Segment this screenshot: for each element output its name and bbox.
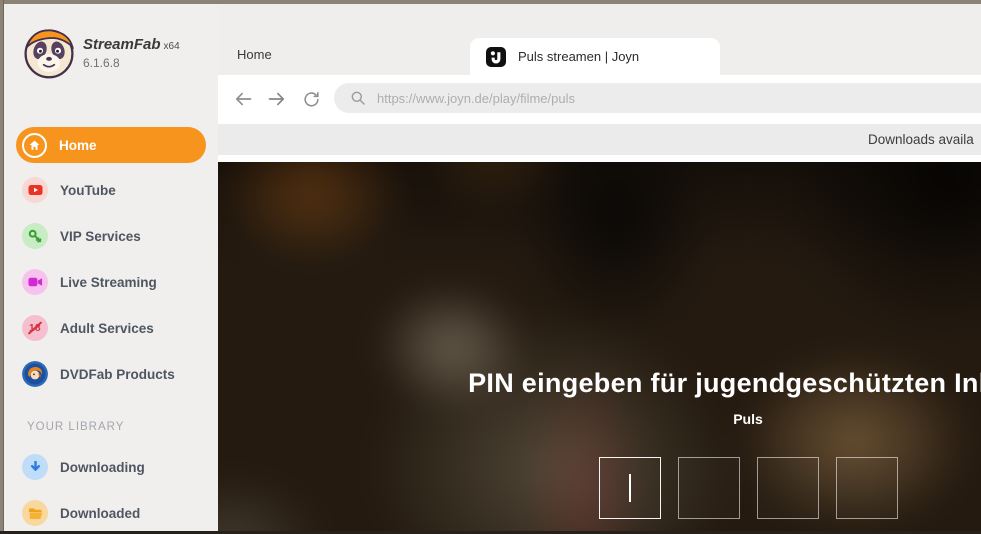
pin-subtitle: Puls: [218, 411, 981, 427]
joyn-page-content: PIN eingeben für jugendgeschützten Inhal…: [218, 162, 981, 531]
sidebar-item-label: Adult Services: [60, 321, 154, 336]
sidebar-item-downloaded[interactable]: Downloaded: [16, 495, 212, 531]
browser-tab-bar: Home Puls streamen | Joyn: [218, 4, 981, 75]
sidebar-item-vip-services[interactable]: VIP Services: [16, 218, 212, 254]
downloads-notice-bar: Downloads availa: [218, 124, 981, 155]
window-frame-top: [0, 0, 981, 4]
streamfab-window: StreamFabx64 6.1.6.8 Home YouTube VIP Se…: [0, 0, 981, 534]
adult-18-icon: 18: [22, 315, 48, 341]
dvdfab-mascot-icon: [22, 361, 48, 387]
streamfab-sloth-logo-icon: [22, 26, 76, 80]
address-bar[interactable]: [334, 83, 981, 113]
back-button[interactable]: [230, 86, 256, 112]
sidebar-item-youtube[interactable]: YouTube: [16, 172, 212, 208]
window-frame-left: [0, 0, 4, 534]
browser-toolbar: [218, 75, 981, 122]
pin-digit-input-2[interactable]: [678, 457, 740, 519]
reload-button[interactable]: [298, 86, 324, 112]
tab-title: Puls streamen | Joyn: [518, 49, 639, 64]
library-section-header: YOUR LIBRARY: [27, 421, 124, 433]
url-input[interactable]: [377, 91, 865, 106]
tab-puls-streamen-joyn[interactable]: Puls streamen | Joyn: [470, 38, 720, 75]
app-arch: x64: [164, 41, 180, 52]
sidebar-item-live-streaming[interactable]: Live Streaming: [16, 264, 212, 300]
forward-button[interactable]: [264, 86, 290, 112]
sidebar-item-label: Downloading: [60, 460, 145, 475]
text-caret: [629, 474, 631, 502]
sidebar-item-label: Home: [59, 138, 97, 153]
key-icon: [22, 223, 48, 249]
pin-input-row: [218, 457, 981, 519]
download-arrow-icon: [22, 454, 48, 480]
sidebar-item-label: Live Streaming: [60, 275, 157, 290]
forward-arrow-icon: [267, 89, 287, 109]
sidebar-item-label: DVDFab Products: [60, 367, 175, 382]
sidebar-item-label: VIP Services: [60, 229, 141, 244]
back-arrow-icon: [233, 89, 253, 109]
sidebar-item-dvdfab-products[interactable]: DVDFab Products: [16, 356, 212, 392]
pin-heading: PIN eingeben für jugendgeschützten Inhal…: [218, 368, 981, 399]
downloads-available-text: Downloads availa: [868, 132, 974, 147]
pin-digit-input-3[interactable]: [757, 457, 819, 519]
pin-digit-input-4[interactable]: [836, 457, 898, 519]
app-title: StreamFabx64: [83, 36, 180, 53]
reload-icon: [302, 90, 321, 109]
sidebar: StreamFabx64 6.1.6.8 Home YouTube VIP Se…: [4, 4, 218, 531]
camcorder-icon: [22, 269, 48, 295]
folder-icon: [22, 500, 48, 526]
search-icon: [350, 90, 366, 106]
app-title-block: StreamFabx64 6.1.6.8: [83, 36, 180, 70]
sidebar-item-downloading[interactable]: Downloading: [16, 449, 212, 485]
pin-digit-input-1[interactable]: [599, 457, 661, 519]
tab-home[interactable]: Home: [237, 47, 272, 62]
sidebar-item-home[interactable]: Home: [16, 127, 206, 163]
pin-overlay: PIN eingeben für jugendgeschützten Inhal…: [218, 162, 981, 531]
joyn-favicon-icon: [486, 47, 506, 67]
sidebar-item-label: YouTube: [60, 183, 116, 198]
app-version: 6.1.6.8: [83, 56, 180, 70]
sidebar-item-adult-services[interactable]: 18 Adult Services: [16, 310, 212, 346]
home-icon: [22, 133, 47, 158]
youtube-icon: [22, 177, 48, 203]
sidebar-item-label: Downloaded: [60, 506, 140, 521]
app-logo-row: StreamFabx64 6.1.6.8: [22, 26, 180, 80]
